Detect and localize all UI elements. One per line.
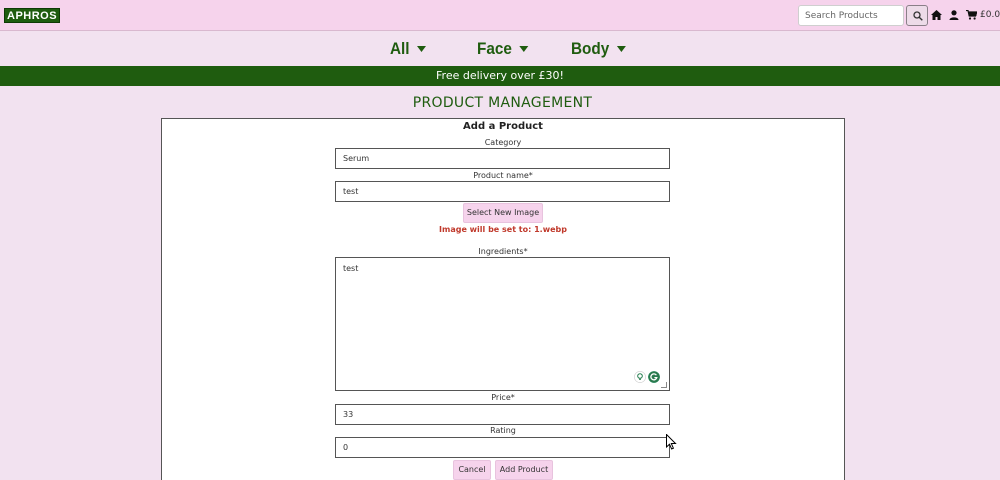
search-icon — [913, 11, 923, 21]
caret-down-icon — [616, 46, 626, 52]
resize-handle[interactable] — [661, 382, 667, 388]
cursor-icon — [666, 434, 677, 450]
ingredients-label: Ingredients* — [478, 247, 528, 256]
search-button[interactable] — [906, 5, 928, 26]
nav-item-label: All — [390, 39, 410, 58]
category-nav: All Face Body — [0, 32, 1000, 66]
add-product-button[interactable]: Add Product — [495, 460, 553, 480]
caret-down-icon — [519, 46, 529, 52]
rating-label: Rating — [490, 426, 516, 435]
nav-item-label: Body — [571, 39, 610, 58]
price-input[interactable]: 33 — [335, 404, 670, 425]
product-name-input[interactable]: test — [335, 181, 670, 202]
grammarly-icon[interactable] — [648, 371, 660, 383]
image-filename-note: Image will be set to: 1.webp — [439, 225, 567, 234]
product-name-label: Product name* — [473, 171, 533, 180]
cart-icon[interactable] — [966, 10, 977, 20]
cancel-button[interactable]: Cancel — [453, 460, 491, 480]
category-label: Category — [484, 138, 522, 147]
cart-total[interactable]: £0.00 — [980, 10, 1000, 20]
ingredients-textarea[interactable]: test — [335, 257, 670, 391]
caret-down-icon — [416, 46, 426, 52]
lightbulb-icon[interactable] — [634, 371, 646, 383]
nav-item-label: Face — [477, 39, 512, 58]
search-input[interactable] — [798, 5, 904, 26]
delivery-banner: Free delivery over £30! — [0, 66, 1000, 86]
user-icon[interactable] — [949, 10, 959, 20]
nav-item-body[interactable]: Body — [571, 39, 626, 59]
price-label: Price* — [491, 393, 515, 402]
category-select[interactable]: Serum — [335, 148, 670, 169]
page-title: PRODUCT MANAGEMENT — [412, 95, 593, 111]
form-title: Add a Product — [463, 121, 543, 132]
nav-item-all[interactable]: All — [390, 39, 426, 59]
ingredients-text: test — [343, 264, 359, 273]
add-product-form: Add a Product Category Serum Product nam… — [161, 118, 845, 480]
select-image-button[interactable]: Select New Image — [463, 203, 543, 223]
rating-input[interactable]: 0 — [335, 437, 670, 458]
nav-item-face[interactable]: Face — [477, 39, 529, 59]
home-icon[interactable] — [931, 10, 942, 20]
site-logo[interactable]: APHROS — [4, 8, 61, 23]
top-bar: APHROS £0.00 — [0, 0, 1000, 31]
